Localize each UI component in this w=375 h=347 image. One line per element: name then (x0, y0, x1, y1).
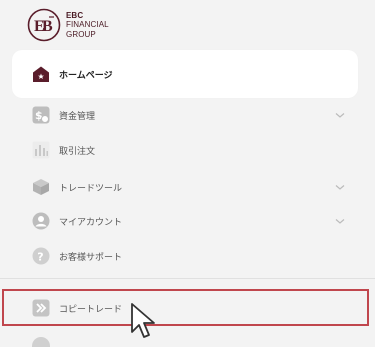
brand-logo[interactable]: E B EBC FINANCIAL GROUP (27, 8, 109, 42)
svg-text:B: B (42, 18, 53, 35)
menu-item-customer-support[interactable]: ? お客様サポート (12, 236, 358, 276)
menu-item-label: マイアカウント (59, 217, 123, 228)
logo-line-3: GROUP (66, 29, 96, 39)
chart-icon (32, 141, 50, 159)
cube-icon (32, 178, 50, 196)
chevron-down-icon[interactable] (334, 181, 346, 193)
help-icon: ? (32, 247, 50, 265)
ebc-logo-icon: E B (27, 8, 61, 42)
home-icon (32, 65, 50, 83)
menu-item-label: トレードツール (59, 183, 123, 194)
svg-text:?: ? (37, 250, 43, 263)
menu-item-home[interactable]: ホームページ (12, 50, 358, 98)
logo-wordmark: EBC FINANCIAL GROUP (66, 11, 109, 40)
menu-item-trade-orders[interactable]: 取引注文 (12, 130, 358, 170)
chevron-down-icon[interactable] (334, 215, 346, 227)
next-item-icon (32, 337, 50, 347)
menu-item-label: ホームページ (59, 70, 113, 81)
chevron-down-icon[interactable] (334, 109, 346, 121)
logo-line-1: EBC (66, 10, 84, 20)
menu-item-label: 取引注文 (59, 146, 96, 157)
menu-item-fund-management[interactable]: $ 資金管理 (12, 95, 358, 135)
menu-item-label: お客様サポート (59, 252, 123, 263)
menu-item-label: 資金管理 (59, 111, 96, 122)
menu-item-my-account[interactable]: マイアカウント (12, 201, 358, 241)
logo-line-2: FINANCIAL (66, 20, 109, 30)
user-icon (32, 212, 50, 230)
highlight-box (2, 289, 369, 326)
mouse-cursor-icon (131, 303, 155, 338)
menu-divider (0, 278, 375, 279)
fund-icon: $ (32, 106, 50, 124)
